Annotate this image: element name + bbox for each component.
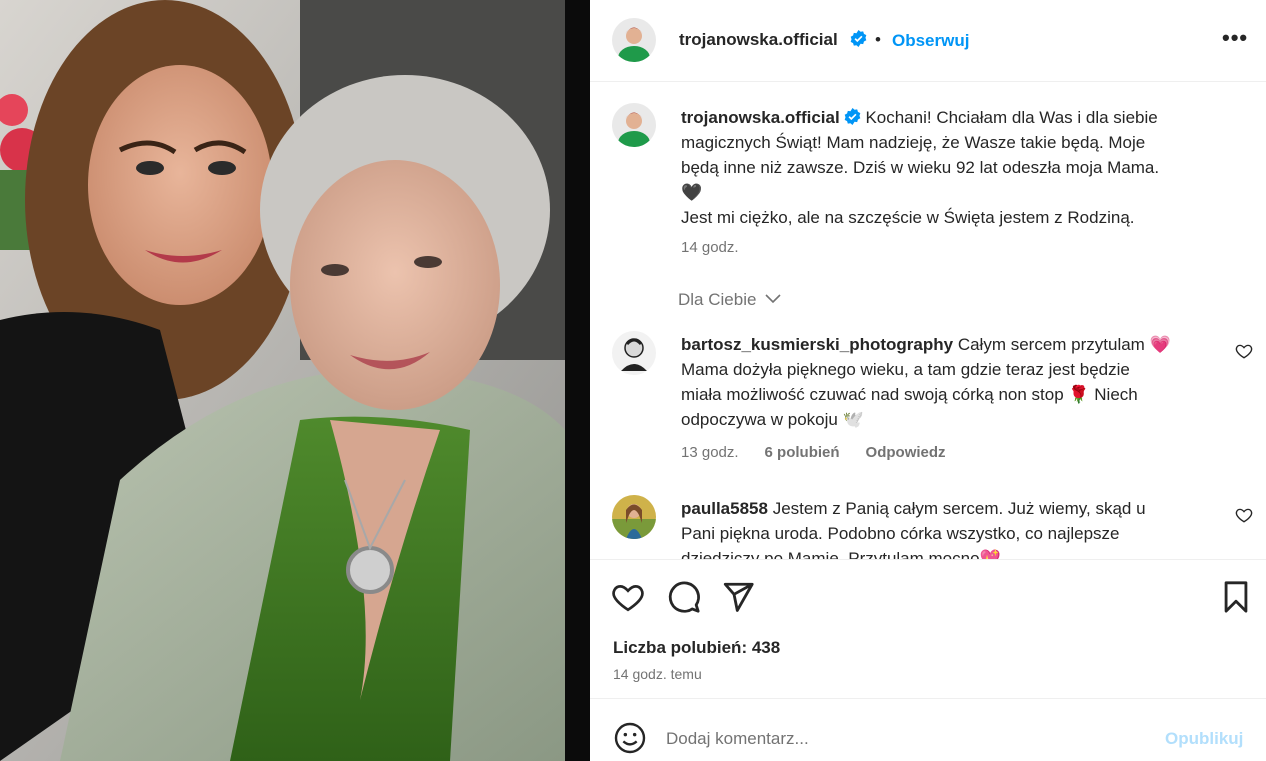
comment-meta: 13 godz. 6 polubień Odpowiedz <box>681 444 946 461</box>
caption-line: magicznych Świąt! Mam nadzieję, że Wasze… <box>681 133 1146 152</box>
comment-input[interactable] <box>666 727 1146 751</box>
caption-text: trojanowska.official Kochani! Chciałam d… <box>681 105 1221 230</box>
comment-likes[interactable]: 6 polubień <box>765 444 840 461</box>
comment-line: Całym sercem przytulam 💗 <box>957 335 1171 354</box>
caption-username[interactable]: trojanowska.official <box>681 108 840 127</box>
separator-dot: • <box>875 30 881 49</box>
commenter-avatar[interactable] <box>612 331 656 375</box>
comment-line: odpoczywa w pokoju 🕊️ <box>681 410 864 429</box>
comment-line: Jestem z Panią całym sercem. Już wiemy, … <box>772 499 1146 518</box>
more-options-icon[interactable]: ••• <box>1222 27 1248 49</box>
post-actions: Liczba polubień: 438 14 godz. temu <box>590 559 1266 699</box>
likes-count[interactable]: Liczba polubień: 438 <box>613 638 780 658</box>
publish-button[interactable]: Opublikuj <box>1165 729 1243 749</box>
comment-text: paulla5858 Jestem z Panią całym sercem. … <box>681 496 1221 559</box>
post-time: 14 godz. temu <box>613 666 702 682</box>
smile-icon[interactable] <box>614 722 646 754</box>
caption-line: Kochani! Chciałam dla Was i dla siebie <box>865 108 1158 127</box>
post-photo[interactable] <box>0 0 590 761</box>
post-photo-image <box>0 0 590 761</box>
verified-badge-icon <box>844 108 861 125</box>
heart-icon[interactable] <box>611 580 645 614</box>
comment-username[interactable]: paulla5858 <box>681 499 768 518</box>
comment-line: Pani piękna uroda. Podobno córka wszystk… <box>681 524 1120 543</box>
verified-badge-icon <box>850 30 867 47</box>
comment-like-icon[interactable] <box>1235 506 1253 524</box>
author-avatar[interactable] <box>612 18 656 62</box>
chevron-down-icon <box>765 294 781 304</box>
for-you-label: Dla Ciebie <box>678 290 757 309</box>
post-header: trojanowska.official • Obserwuj ••• <box>590 0 1266 82</box>
for-you-filter[interactable]: Dla Ciebie <box>678 290 781 310</box>
comments-section[interactable]: trojanowska.official Kochani! Chciałam d… <box>590 83 1266 559</box>
caption-author-avatar[interactable] <box>612 103 656 147</box>
caption-line: Jest mi ciężko, ale na szczęście w Święt… <box>681 208 1135 227</box>
comment-composer: Opublikuj <box>590 700 1266 761</box>
follow-button[interactable]: Obserwuj <box>892 31 969 51</box>
caption-time: 14 godz. <box>681 239 739 256</box>
comment-time: 13 godz. <box>681 444 739 461</box>
reply-button[interactable]: Odpowiedz <box>866 444 946 461</box>
comment-line: miała możliwość czuwać nad swoją córką n… <box>681 385 1138 404</box>
author-username[interactable]: trojanowska.official <box>679 30 838 50</box>
comment-icon[interactable] <box>667 580 701 614</box>
bookmark-icon[interactable] <box>1219 580 1253 614</box>
commenter-avatar[interactable] <box>612 495 656 539</box>
post-side-panel: trojanowska.official • Obserwuj ••• troj… <box>590 0 1266 761</box>
caption-line: będą inne niż zawsze. Dziś w wieku 92 la… <box>681 158 1160 177</box>
comment-line: dziedziczy po Mamie. Przytulam mocno💖 <box>681 549 1001 559</box>
share-icon[interactable] <box>721 580 755 614</box>
comment-line: Mama dożyła pięknego wieku, a tam gdzie … <box>681 360 1130 379</box>
comment-text: bartosz_kusmierski_photography Całym ser… <box>681 332 1221 432</box>
comment-username[interactable]: bartosz_kusmierski_photography <box>681 335 953 354</box>
comment-like-icon[interactable] <box>1235 342 1253 360</box>
caption-line: 🖤 <box>681 183 703 202</box>
